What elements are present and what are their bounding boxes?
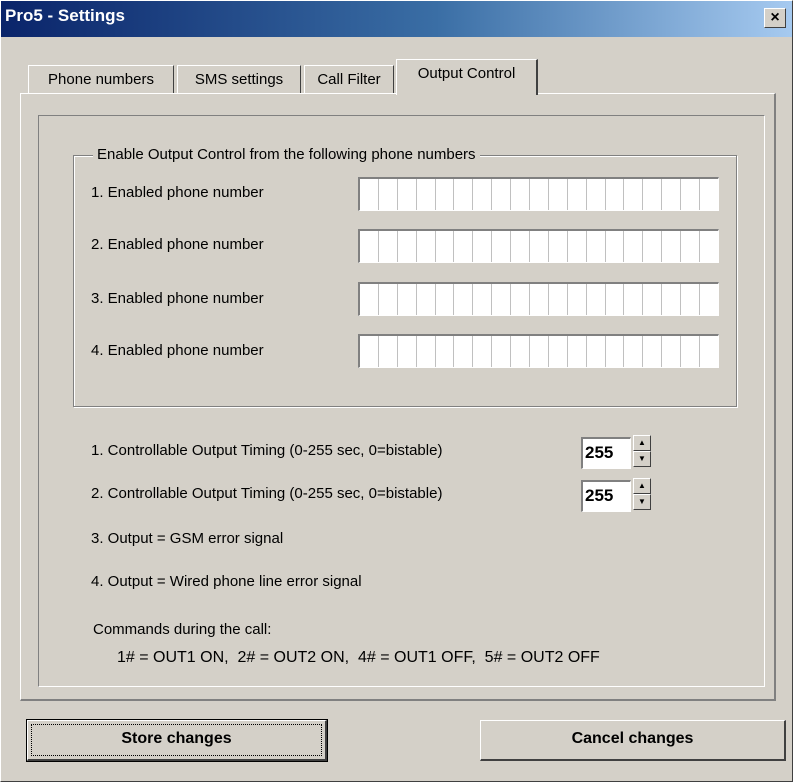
close-button[interactable]: × (764, 8, 786, 28)
phone-input-2[interactable] (358, 229, 719, 263)
close-icon: × (770, 9, 780, 26)
output3-text: 3. Output = GSM error signal (91, 530, 284, 547)
phone-input-4[interactable] (358, 334, 719, 368)
tab-phone-numbers[interactable]: Phone numbers (28, 65, 174, 95)
window-title: Pro5 - Settings (5, 6, 125, 25)
commands-heading: Commands during the call: (93, 621, 272, 638)
store-changes-button[interactable]: Store changes (26, 719, 328, 762)
settings-window: Pro5 - Settings × Phone numbers SMS sett… (0, 0, 793, 782)
tab-output-control[interactable]: Output Control (396, 59, 538, 95)
cancel-changes-label: Cancel changes (571, 730, 694, 747)
spin-down-button-1[interactable]: ▼ (633, 451, 651, 467)
phone-label-1: 1. Enabled phone number (91, 184, 264, 201)
spin-up-button-2[interactable]: ▲ (633, 478, 651, 494)
up-arrow-icon: ▲ (638, 438, 646, 447)
phone-input-3[interactable] (358, 282, 719, 316)
tab-sms-settings[interactable]: SMS settings (177, 65, 301, 95)
cancel-changes-button[interactable]: Cancel changes (480, 720, 786, 761)
spin-up-button-1[interactable]: ▲ (633, 435, 651, 451)
down-arrow-icon: ▼ (638, 497, 646, 506)
title-bar[interactable]: Pro5 - Settings × (1, 1, 792, 37)
phone-label-3: 3. Enabled phone number (91, 290, 264, 307)
spin-down-button-2[interactable]: ▼ (633, 494, 651, 510)
timing-input-2[interactable]: 255 (581, 480, 631, 512)
commands-text: 1# = OUT1 ON, 2# = OUT2 ON, 4# = OUT1 OF… (117, 649, 600, 666)
down-arrow-icon: ▼ (638, 454, 646, 463)
phone-label-2: 2. Enabled phone number (91, 236, 264, 253)
timing-input-1[interactable]: 255 (581, 437, 631, 469)
group-title: Enable Output Control from the following… (93, 146, 480, 163)
output4-text: 4. Output = Wired phone line error signa… (91, 573, 362, 590)
tab-call-filter[interactable]: Call Filter (304, 65, 394, 95)
timing-label-1: 1. Controllable Output Timing (0-255 sec… (91, 442, 443, 459)
phone-input-1[interactable] (358, 177, 719, 211)
phone-label-4: 4. Enabled phone number (91, 342, 264, 359)
timing-label-2: 2. Controllable Output Timing (0-255 sec… (91, 485, 443, 502)
up-arrow-icon: ▲ (638, 481, 646, 490)
